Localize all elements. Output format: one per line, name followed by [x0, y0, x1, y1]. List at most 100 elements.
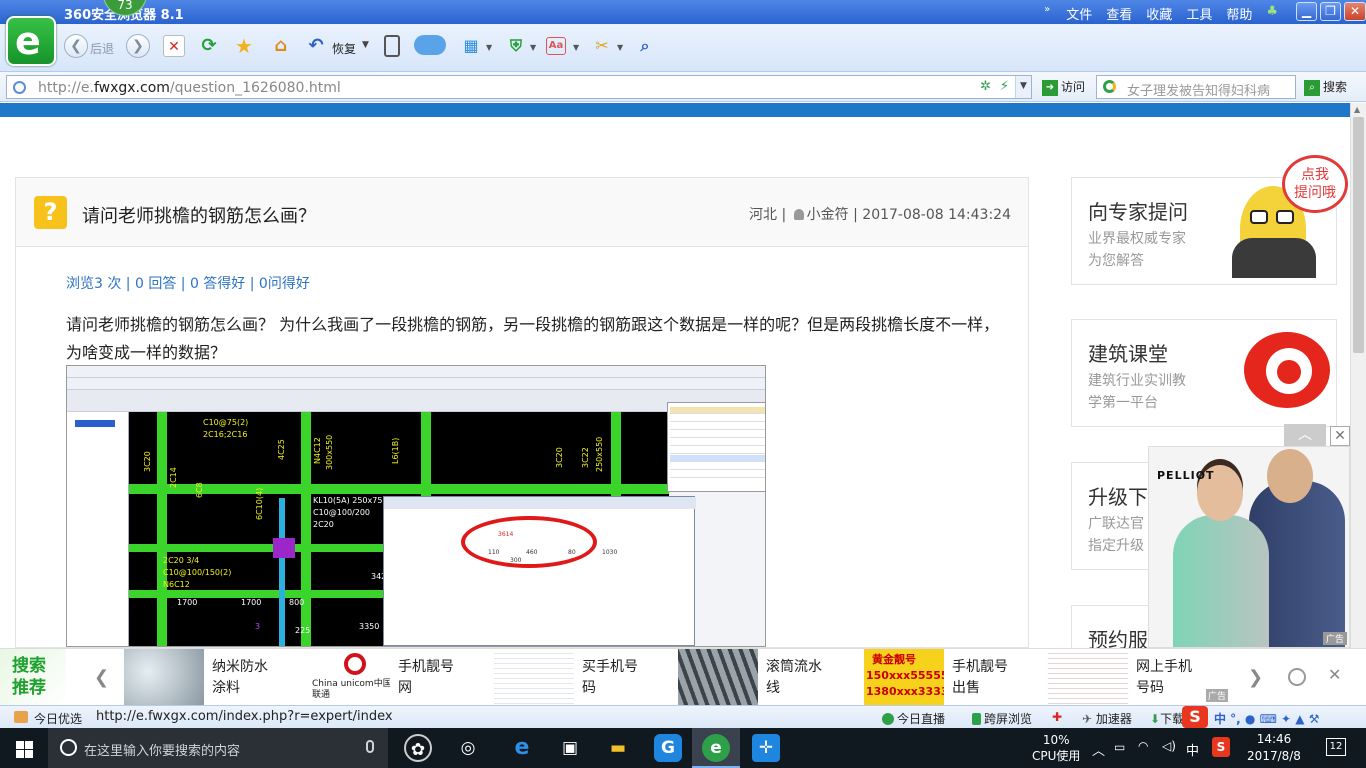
ime-status-icon[interactable]: 中 °, ● ⌨ ✦ ▲ ⚒	[1214, 710, 1319, 727]
clock[interactable]: 14:46 2017/8/8	[1240, 731, 1308, 765]
cad-label: 2C20	[313, 520, 334, 529]
menu-file[interactable]: 文件	[1066, 4, 1092, 23]
menu-favorites[interactable]: 收藏	[1146, 4, 1172, 23]
notification-center-icon[interactable]: 12	[1326, 738, 1346, 756]
recommend-next-icon[interactable]: ❯	[1248, 667, 1263, 688]
zoom-icon[interactable]: ⌕	[634, 35, 656, 57]
recommend-image-coating[interactable]	[124, 649, 204, 706]
maximize-button[interactable]: ❐	[1320, 2, 1341, 21]
restore-dropdown-icon[interactable]: ▼	[362, 40, 369, 50]
recommend-close-icon[interactable]: ✕	[1328, 665, 1341, 684]
apps-dropdown-icon[interactable]: ▼	[486, 43, 492, 52]
home-icon[interactable]: ⌂	[270, 35, 292, 57]
favorite-star-icon[interactable]: ★	[233, 35, 255, 57]
question-stats[interactable]: 浏览3 次 | 0 回答 | 0 答得好 | 0问得好	[66, 273, 310, 293]
recommend-prev-icon[interactable]: ❮	[94, 667, 109, 688]
recommend-tag: 搜索推荐	[0, 649, 66, 706]
360-browser-task-icon[interactable]: e	[702, 734, 730, 762]
back-label[interactable]: 后退	[90, 40, 114, 57]
skin-icon[interactable]: ♣	[1266, 4, 1278, 23]
restore-label[interactable]: 恢复	[332, 40, 356, 57]
user-icon	[793, 209, 804, 220]
cad-label: 4C25	[277, 439, 286, 460]
stop-icon[interactable]: ✕	[163, 35, 185, 57]
translate-dropdown-icon[interactable]: ▼	[573, 43, 579, 52]
browser-logo-icon[interactable]: e	[6, 16, 56, 66]
search-button[interactable]: ⌕ 搜索	[1304, 78, 1347, 96]
network-icon[interactable]: ▭	[1114, 740, 1125, 754]
cloud-icon[interactable]	[414, 35, 446, 55]
sogou-tray-icon[interactable]: S	[1212, 737, 1230, 757]
edge-icon[interactable]: e	[508, 734, 536, 762]
menu-tools[interactable]: 工具	[1186, 4, 1212, 23]
question-user[interactable]: 小金符	[807, 207, 849, 223]
gear-icon[interactable]	[1288, 668, 1306, 686]
microphone-icon[interactable]	[366, 740, 374, 753]
speed-mode-icon[interactable]: ⚡	[1000, 79, 1009, 94]
phone-icon[interactable]	[384, 35, 400, 57]
question-title: 请问老师挑檐的钢筋怎么画？	[82, 206, 316, 227]
visit-button[interactable]: ➜ 访问	[1042, 78, 1085, 96]
qq-browser-icon[interactable]: ◎	[454, 734, 482, 762]
task-view-icon[interactable]: ✿	[404, 734, 432, 762]
mode-icon[interactable]: ✲	[980, 79, 991, 94]
cpu-usage[interactable]: 10% CPU使用	[1032, 732, 1080, 764]
ask-bubble[interactable]: 点我 提问哦	[1282, 155, 1348, 213]
shield-icon[interactable]: ⛨	[505, 35, 527, 57]
url-input[interactable]: http://e.fwxgx.com/question_1626080.html…	[6, 75, 1032, 99]
recommend-image-list[interactable]	[1048, 649, 1128, 706]
screenshot-icon[interactable]: ✂	[591, 35, 613, 57]
menu-help[interactable]: 帮助	[1226, 4, 1252, 23]
vertical-scrollbar[interactable]: ▲ ▼	[1350, 103, 1366, 705]
accelerator-button[interactable]: ✈ 加速器	[1082, 710, 1132, 727]
search-engine-icon[interactable]	[1103, 80, 1116, 93]
back-to-top-icon[interactable]: ︿	[1284, 424, 1326, 446]
live-button[interactable]: 今日直播	[882, 710, 945, 727]
remote-icon[interactable]: ✛	[752, 734, 780, 762]
store-icon[interactable]: ▣	[556, 734, 584, 762]
recommend-item-6[interactable]: 网上手机 号码	[1136, 657, 1192, 699]
recommend-image-gold[interactable]: 黄金靓号 150xxx55555 1380xxx3333	[864, 649, 944, 706]
glodon-icon[interactable]: G	[654, 734, 682, 762]
scroll-up-icon[interactable]: ▲	[1354, 105, 1360, 114]
recommend-item-2[interactable]: 手机靓号网	[398, 657, 454, 699]
question-image[interactable]: C10@75(2) 2C16;2C16 KL10(5A) 250x75 C10@…	[66, 365, 766, 647]
sogou-ime-icon[interactable]: S	[1182, 706, 1208, 728]
cross-screen-button[interactable]: 跨屏浏览	[972, 710, 1032, 727]
windows-start-icon[interactable]	[0, 728, 48, 768]
menu-view[interactable]: 查看	[1106, 4, 1132, 23]
forward-icon[interactable]: ❯	[126, 34, 150, 58]
tray-expand-icon[interactable]: ︿	[1092, 740, 1105, 759]
ad-close-icon[interactable]: ✕	[1330, 426, 1350, 446]
apps-icon[interactable]: ▦	[460, 35, 482, 57]
today-picks[interactable]: 今日优选	[34, 710, 82, 727]
recommend-item-1[interactable]: 纳米防水 涂料	[212, 657, 268, 699]
scroll-thumb[interactable]	[1353, 117, 1364, 353]
translate-icon[interactable]: Aa	[546, 37, 566, 55]
download-button[interactable]: ⬇下载	[1150, 710, 1184, 727]
back-icon[interactable]: ❮	[64, 34, 88, 58]
menu-scroll-icon[interactable]: »	[1044, 4, 1052, 23]
recommend-image-unicom[interactable]: China unicom中国联通	[310, 649, 390, 706]
close-button[interactable]: ✕	[1344, 2, 1366, 21]
volume-icon[interactable]: ◁)	[1162, 739, 1176, 753]
screenshot-dropdown-icon[interactable]: ▼	[617, 43, 623, 52]
restore-icon[interactable]: ↶	[305, 35, 327, 57]
shield-dropdown-icon[interactable]: ▼	[530, 43, 536, 52]
wifi-icon[interactable]: ◠	[1138, 739, 1148, 753]
recommend-item-4[interactable]: 滚筒流水线	[766, 657, 822, 699]
today-picks-icon	[14, 711, 28, 723]
medical-icon[interactable]: ✚	[1052, 710, 1062, 724]
refresh-icon[interactable]: ⟳	[198, 35, 220, 57]
minimize-button[interactable]: ▁	[1296, 2, 1317, 21]
recommend-image-rollers[interactable]	[678, 649, 758, 706]
ime-indicator[interactable]: 中	[1186, 740, 1199, 759]
url-dropdown-icon[interactable]: ▼	[1015, 76, 1031, 98]
file-explorer-icon[interactable]: ▬	[604, 734, 632, 762]
recommend-item-3[interactable]: 买手机号码	[582, 657, 638, 699]
floating-ad[interactable]: PELLIOT 广告	[1148, 446, 1350, 648]
recommend-image-numbers[interactable]	[494, 649, 574, 706]
search-input[interactable]: 女子理发被告知得妇科病	[1096, 75, 1296, 99]
taskbar-search[interactable]: 在这里输入你要搜索的内容	[48, 728, 388, 768]
recommend-item-5[interactable]: 手机靓号 出售	[952, 657, 1008, 699]
